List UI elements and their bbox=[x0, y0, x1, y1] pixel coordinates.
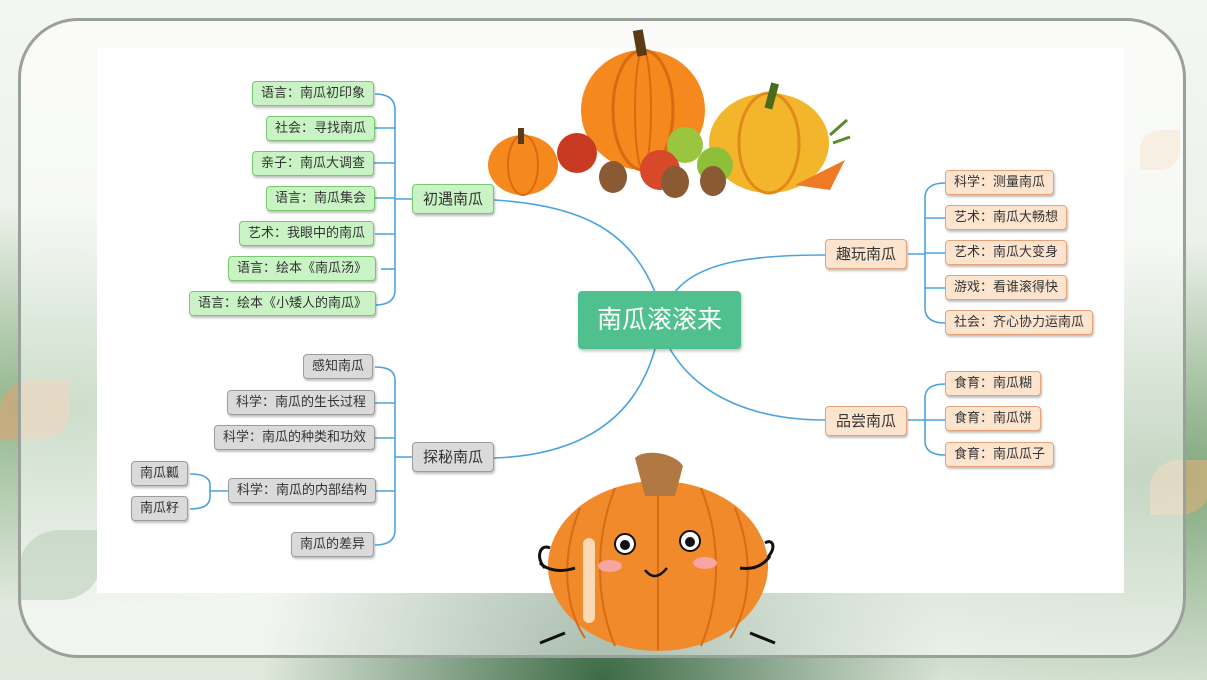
root-node[interactable]: 南瓜滚滚来 bbox=[578, 291, 741, 349]
leaf-node[interactable]: 科学：南瓜的生长过程 bbox=[227, 390, 376, 415]
leaf-node[interactable]: 语言：南瓜集会 bbox=[266, 186, 376, 211]
branch-tanmi-nangua[interactable]: 探秘南瓜 bbox=[412, 442, 495, 472]
leaf-node[interactable]: 游戏：看谁滚得快 bbox=[945, 275, 1068, 300]
leaf-node[interactable]: 科学：南瓜的内部结构 bbox=[228, 478, 377, 503]
leaf-node[interactable]: 亲子：南瓜大调查 bbox=[252, 151, 375, 176]
leaf-node[interactable]: 艺术：我眼中的南瓜 bbox=[239, 221, 375, 246]
leaf-node[interactable]: 南瓜的差异 bbox=[291, 532, 375, 557]
leaf-node[interactable]: 语言：绘本《小矮人的南瓜》 bbox=[189, 291, 377, 316]
branch-chuyu-nangua[interactable]: 初遇南瓜 bbox=[412, 184, 495, 214]
pumpkin-pile-illustration bbox=[488, 29, 851, 198]
leaf-node[interactable]: 科学：南瓜的种类和功效 bbox=[214, 425, 376, 450]
leaf-node[interactable]: 社会：寻找南瓜 bbox=[266, 116, 376, 141]
leaf-node[interactable]: 科学：测量南瓜 bbox=[945, 170, 1055, 195]
leaf-node[interactable]: 语言：绘本《南瓜汤》 bbox=[228, 256, 377, 281]
branch-quwan-nangua[interactable]: 趣玩南瓜 bbox=[825, 239, 908, 269]
leaf-node[interactable]: 感知南瓜 bbox=[303, 354, 374, 379]
sub-leaf-node[interactable]: 南瓜瓤 bbox=[131, 461, 189, 486]
leaf-node[interactable]: 食育：南瓜瓜子 bbox=[945, 442, 1055, 467]
branch-pinchang-nangua[interactable]: 品尝南瓜 bbox=[825, 406, 908, 436]
leaf-node[interactable]: 艺术：南瓜大变身 bbox=[945, 240, 1068, 265]
leaf-node[interactable]: 艺术：南瓜大畅想 bbox=[945, 205, 1068, 230]
leaf-node[interactable]: 语言：南瓜初印象 bbox=[252, 81, 375, 106]
cartoon-pumpkin-character bbox=[538, 452, 776, 651]
sub-leaf-node[interactable]: 南瓜籽 bbox=[131, 496, 189, 521]
leaf-node[interactable]: 社会：齐心协力运南瓜 bbox=[945, 310, 1094, 335]
leaf-node[interactable]: 食育：南瓜饼 bbox=[945, 406, 1042, 431]
leaf-node[interactable]: 食育：南瓜糊 bbox=[945, 371, 1042, 396]
